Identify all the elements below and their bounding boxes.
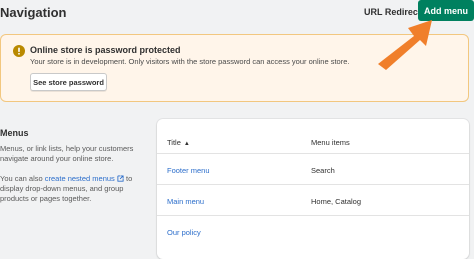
row-divider: [157, 215, 469, 216]
menu-items-cell: Search: [311, 166, 335, 175]
sort-ascending-icon: ▲: [183, 141, 190, 147]
menu-items-column-header: Menu items: [311, 138, 350, 147]
banner-title: Online store is password protected: [30, 45, 181, 55]
menus-heading: Menus: [0, 128, 29, 138]
banner-description: Your store is in development. Only visit…: [30, 57, 350, 66]
row-divider: [157, 184, 469, 185]
create-nested-menus-link[interactable]: create nested menus: [45, 174, 115, 183]
annotation-arrow-icon: [378, 20, 432, 70]
header-divider: [157, 153, 469, 154]
nested-menus-prefix: You can also: [0, 174, 45, 183]
menus-description: Menus, or link lists, help your customer…: [0, 144, 134, 163]
title-column-label: Title: [167, 138, 181, 147]
warning-icon: [13, 45, 25, 57]
menu-title-link[interactable]: Footer menu: [167, 166, 210, 175]
menu-title-link[interactable]: Main menu: [167, 197, 204, 206]
see-store-password-button[interactable]: See store password: [30, 73, 107, 91]
title-column-header[interactable]: Title ▲: [167, 138, 190, 147]
menu-items-cell: Home, Catalog: [311, 197, 362, 206]
nested-menus-description: You can also create nested menus to disp…: [0, 174, 150, 204]
menu-title-link[interactable]: Our policy: [167, 228, 201, 237]
page-title: Navigation: [0, 5, 67, 20]
external-link-icon: [117, 175, 124, 182]
